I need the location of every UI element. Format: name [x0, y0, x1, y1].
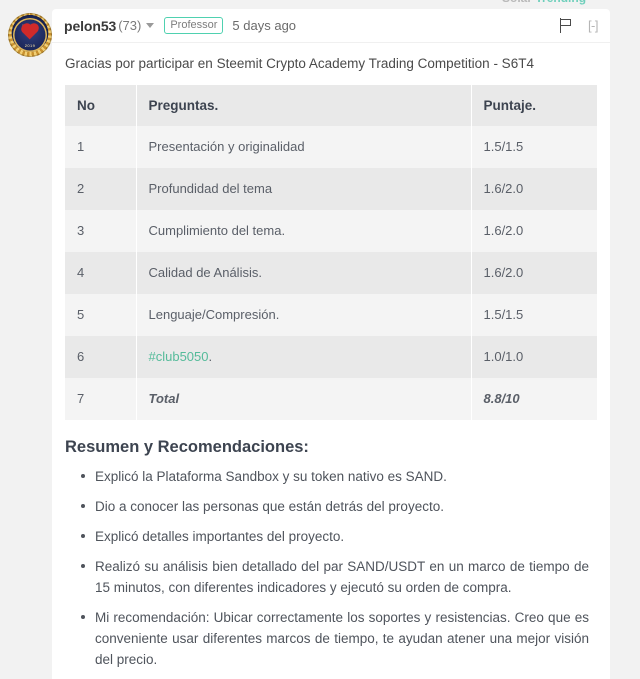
trending-label-right: Trending — [535, 0, 586, 5]
cell-puntaje: 1.6/2.0 — [471, 168, 597, 210]
column-header-no: No — [65, 85, 137, 126]
table-row: 3 Cumplimiento del tema. 1.6/2.0 — [65, 210, 597, 252]
cell-pregunta: Lenguaje/Compresión. — [136, 294, 472, 336]
cell-no: 1 — [65, 126, 137, 168]
cell-no: 4 — [65, 252, 137, 294]
collapse-toggle[interactable]: [-] — [588, 18, 599, 33]
table-header-row: No Preguntas. Puntaje. — [65, 85, 597, 126]
comment-timestamp[interactable]: 5 days ago — [232, 18, 296, 33]
table-row: 7 Total 8.8/10 — [65, 378, 597, 420]
cell-puntaje: 1.0/1.0 — [471, 336, 597, 378]
club5050-tag-link[interactable]: #club5050 — [149, 349, 209, 364]
cell-pregunta: Presentación y originalidad — [136, 126, 472, 168]
cell-pregunta: Calidad de Análisis. — [136, 252, 472, 294]
chevron-down-icon[interactable] — [146, 23, 155, 28]
column-header-puntaje: Puntaje. — [471, 85, 597, 126]
summary-bullet: Explicó detalles importantes del proyect… — [81, 526, 597, 547]
comment-card: pelon53 (73) Professor 5 days ago [-] Gr… — [52, 9, 610, 679]
column-header-preguntas: Preguntas. — [136, 85, 472, 126]
author-reputation: (73) — [118, 18, 142, 33]
cell-pregunta: Profundidad del tema — [136, 168, 472, 210]
flag-icon[interactable] — [559, 18, 574, 33]
cell-puntaje: 1.5/1.5 — [471, 294, 597, 336]
cell-no: 6 — [65, 336, 137, 378]
intro-text: Gracias por participar en Steemit Crypto… — [65, 56, 534, 71]
flag-banner — [561, 18, 572, 26]
avatar-bottom-text: 2019 — [24, 43, 36, 48]
cell-no: 5 — [65, 294, 137, 336]
cell-pregunta-suffix: . — [208, 349, 213, 364]
summary-title: Resumen y Recomendaciones: — [65, 438, 309, 456]
grade-table: No Preguntas. Puntaje. 1 Presentación y o… — [65, 85, 597, 420]
cell-puntaje: 1.6/2.0 — [471, 210, 597, 252]
comment-body: Gracias por participar en Steemit Crypto… — [52, 43, 610, 670]
cell-puntaje: 8.8/10 — [471, 378, 597, 420]
grade-table-head: No Preguntas. Puntaje. — [65, 85, 597, 126]
cell-puntaje: 1.5/1.5 — [471, 126, 597, 168]
trending-label-left: Solar — [502, 0, 532, 5]
cell-no: 3 — [65, 210, 137, 252]
summary-bullet: Mi recomendación: Ubicar correctamente l… — [81, 607, 597, 670]
cell-puntaje: 1.6/2.0 — [471, 252, 597, 294]
grade-table-body: 1 Presentación y originalidad 1.5/1.5 2 Prof… — [65, 126, 597, 420]
cell-pregunta: #club5050. — [136, 336, 472, 378]
role-badge: Professor — [164, 17, 224, 34]
table-row: 5 Lenguaje/Compresión. 1.5/1.5 — [65, 294, 597, 336]
author-name[interactable]: pelon53 — [64, 18, 116, 34]
summary-bullet: Dio a conocer las personas que están det… — [81, 496, 597, 517]
table-row: 6 #club5050. 1.0/1.0 — [65, 336, 597, 378]
table-row: 2 Profundidad del tema 1.6/2.0 — [65, 168, 597, 210]
comment-header: pelon53 (73) Professor 5 days ago [-] — [52, 9, 610, 43]
summary-bullet: Explicó la Plataforma Sandbox y su token… — [81, 466, 597, 487]
cell-pregunta: Cumplimiento del tema. — [136, 210, 472, 252]
cell-pregunta: Total — [136, 378, 472, 420]
summary-bullet: Realizó su análisis bien detallado del p… — [81, 556, 597, 598]
table-row: 1 Presentación y originalidad 1.5/1.5 — [65, 126, 597, 168]
avatar[interactable]: STEEM 2019 — [8, 13, 52, 57]
cell-no: 2 — [65, 168, 137, 210]
top-trending-strip: Solar Trending — [0, 0, 640, 6]
summary-list: Explicó la Plataforma Sandbox y su token… — [65, 466, 597, 670]
cell-no: 7 — [65, 378, 137, 420]
table-row: 4 Calidad de Análisis. 1.6/2.0 — [65, 252, 597, 294]
